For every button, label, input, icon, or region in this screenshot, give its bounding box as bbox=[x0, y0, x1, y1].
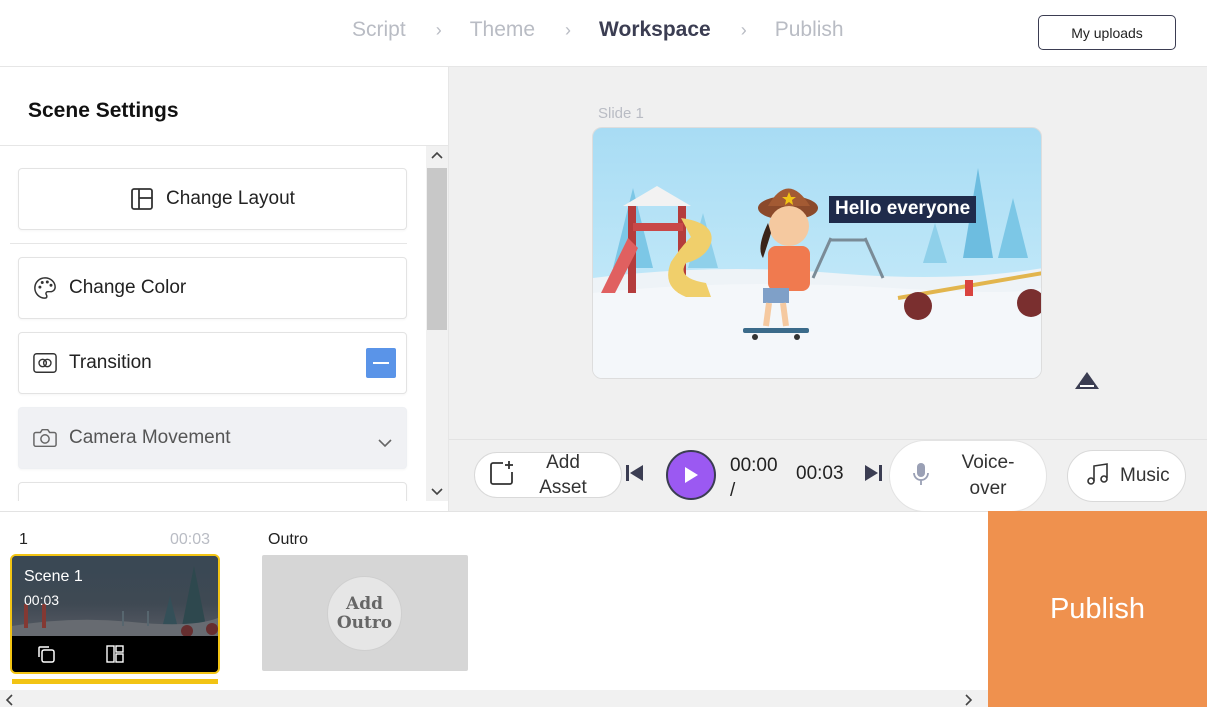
publish-button[interactable]: Publish bbox=[988, 511, 1207, 707]
step-separator-icon: › bbox=[565, 19, 572, 40]
step-publish[interactable]: Publish bbox=[775, 18, 844, 42]
transition-label: Transition bbox=[69, 352, 152, 373]
change-color-label: Change Color bbox=[69, 277, 187, 298]
vertical-scrollbar[interactable] bbox=[426, 146, 448, 501]
playback-controls: Add Asset 00:00 / 00:03 Voice-over Music bbox=[449, 439, 1207, 512]
slide-caption[interactable]: Hello everyone bbox=[829, 196, 977, 223]
music-button[interactable]: Music bbox=[1067, 450, 1186, 502]
horizontal-scrollbar[interactable] bbox=[0, 690, 988, 707]
camera-movement-dropdown[interactable]: Camera Movement bbox=[18, 407, 407, 469]
scene-index: 1 bbox=[19, 531, 28, 548]
scroll-right-icon[interactable] bbox=[964, 693, 974, 707]
transition-setting[interactable]: Transition bbox=[18, 332, 407, 394]
layout-grid-icon[interactable] bbox=[105, 644, 125, 669]
scene-timeline: 1 00:03 Scene 1 00:03 Outro Add Outro bbox=[0, 511, 988, 707]
scroll-up-icon[interactable] bbox=[426, 146, 448, 164]
divider bbox=[10, 243, 407, 244]
app-root: Script › Theme › Workspace › Publish My … bbox=[0, 0, 1207, 707]
camera-movement-label: Camera Movement bbox=[69, 427, 231, 448]
scroll-left-icon[interactable] bbox=[4, 693, 14, 707]
change-layout-label: Change Layout bbox=[166, 188, 295, 209]
my-uploads-button[interactable]: My uploads bbox=[1038, 15, 1176, 50]
music-note-icon bbox=[1086, 462, 1110, 491]
step-script[interactable]: Script bbox=[352, 18, 406, 42]
outro-card: Add Outro bbox=[262, 555, 468, 671]
voiceover-button[interactable]: Voice-over bbox=[889, 440, 1047, 512]
camera-icon bbox=[33, 426, 57, 450]
skip-forward-icon[interactable] bbox=[863, 464, 883, 487]
step-separator-icon: › bbox=[740, 19, 747, 40]
panel-title: Scene Settings bbox=[28, 99, 179, 122]
microphone-icon bbox=[912, 462, 930, 491]
add-asset-button[interactable]: Add Asset bbox=[474, 452, 622, 498]
chevron-down-icon bbox=[378, 432, 392, 454]
slide-canvas[interactable]: Hello everyone bbox=[592, 127, 1042, 379]
skip-back-icon[interactable] bbox=[625, 464, 645, 487]
wizard-steps: Script › Theme › Workspace › Publish bbox=[352, 18, 844, 42]
scene-settings-panel: Scene Settings Change Layout Change Colo… bbox=[0, 67, 449, 511]
transition-collapse-toggle[interactable] bbox=[366, 348, 396, 378]
scene-progress-bar bbox=[12, 679, 218, 684]
step-workspace[interactable]: Workspace bbox=[599, 18, 711, 42]
scroll-down-icon[interactable] bbox=[426, 483, 448, 501]
setting-card-partial[interactable] bbox=[18, 482, 407, 501]
scene-time: 00:03 bbox=[24, 592, 60, 608]
change-layout-button[interactable]: Change Layout bbox=[18, 168, 407, 230]
step-theme[interactable]: Theme bbox=[470, 18, 535, 42]
current-time: 00:00 / bbox=[730, 455, 778, 501]
triangle-up-icon[interactable] bbox=[1074, 370, 1100, 395]
scene-duration: 00:03 bbox=[170, 531, 211, 548]
play-icon bbox=[685, 467, 698, 483]
scene-card[interactable]: Scene 1 00:03 bbox=[10, 554, 220, 674]
total-time: 00:03 bbox=[796, 463, 844, 484]
layout-icon bbox=[130, 187, 154, 211]
winter-playground-illustration bbox=[593, 168, 1041, 378]
preview-area: Slide 1 Hello everyone bbox=[449, 67, 1207, 439]
add-asset-label: Add Asset bbox=[539, 452, 587, 498]
duplicate-icon[interactable] bbox=[36, 644, 56, 669]
scrollbar-thumb[interactable] bbox=[427, 168, 447, 330]
slide-label: Slide 1 bbox=[598, 105, 644, 122]
settings-list: Change Layout Change Color Transition Ca… bbox=[0, 146, 426, 501]
play-button[interactable] bbox=[666, 450, 716, 500]
voiceover-label: Voice-over bbox=[961, 452, 1015, 499]
music-label: Music bbox=[1120, 465, 1170, 486]
change-color-button[interactable]: Change Color bbox=[18, 257, 407, 319]
minus-icon bbox=[373, 362, 389, 364]
add-outro-button[interactable]: Add Outro bbox=[327, 576, 402, 651]
outro-label: Outro bbox=[268, 531, 309, 548]
step-separator-icon: › bbox=[435, 19, 442, 40]
top-bar: Script › Theme › Workspace › Publish My … bbox=[0, 0, 1207, 67]
scene-title: Scene 1 bbox=[24, 568, 83, 585]
add-asset-icon bbox=[489, 460, 515, 491]
palette-icon bbox=[33, 276, 57, 300]
transition-icon bbox=[33, 351, 57, 375]
scene-actions bbox=[12, 636, 218, 672]
